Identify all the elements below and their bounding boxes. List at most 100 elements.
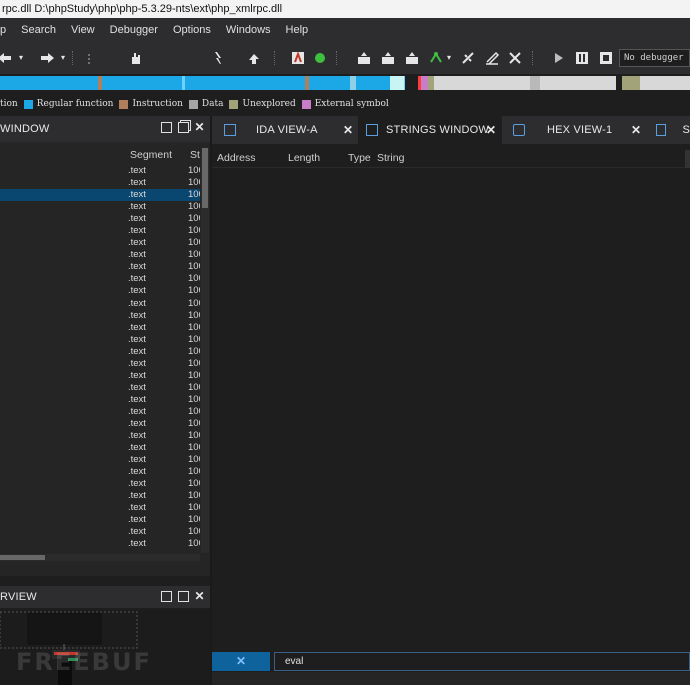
menu-item-search[interactable]: Search (21, 24, 56, 36)
segment-cell: .text (128, 538, 146, 550)
table-row[interactable]: .text 100 (0, 249, 200, 261)
float-window-icon[interactable] (161, 591, 172, 602)
jump-icon[interactable] (210, 50, 226, 66)
hand-icon[interactable] (128, 50, 144, 66)
column-header-type[interactable]: Type (348, 152, 371, 164)
table-row[interactable]: .text 100 (0, 538, 200, 550)
table-row[interactable]: .text 100 (0, 334, 200, 346)
patch-icon[interactable] (404, 50, 420, 66)
tab-strings-window[interactable]: STRINGS WINDOW ✕ (358, 116, 502, 144)
table-row[interactable]: .text 100 (0, 165, 200, 177)
functions-horizontal-scrollbar[interactable] (0, 554, 200, 561)
table-row[interactable]: .text 100 (0, 478, 200, 490)
float-window-icon[interactable] (161, 122, 172, 133)
table-row[interactable]: .text 100 (0, 394, 200, 406)
stop-icon[interactable] (598, 50, 614, 66)
pause-icon[interactable] (574, 50, 590, 66)
debugger-select[interactable]: No debugger (619, 49, 690, 67)
table-row[interactable]: .text 100 (0, 406, 200, 418)
table-row[interactable]: .text 100 (0, 502, 200, 514)
table-row[interactable]: .text 100 (0, 201, 200, 213)
table-row[interactable]: .text 100 (0, 514, 200, 526)
table-row[interactable]: .text 100 (0, 177, 200, 189)
table-row[interactable]: .text 100 (0, 430, 200, 442)
close-filter-button[interactable]: ✕ (212, 652, 270, 671)
strings-list[interactable] (212, 169, 690, 650)
graph-icon[interactable] (428, 50, 444, 66)
table-row[interactable]: .text 100 (0, 285, 200, 297)
graph-overview-canvas[interactable]: FREEBUF (0, 610, 210, 685)
close-icon[interactable]: ✕ (194, 121, 205, 133)
nav-segment-data (640, 76, 690, 90)
close-icon[interactable]: ✕ (194, 590, 205, 602)
segment-cell: .text (128, 309, 146, 321)
table-row[interactable]: .text 100 (0, 225, 200, 237)
patch-icon[interactable] (356, 50, 372, 66)
play-icon[interactable] (550, 50, 566, 66)
column-header-segment[interactable]: Segment (130, 149, 172, 161)
green-circle-icon[interactable] (312, 50, 328, 66)
strings-window: Address Length Type String (212, 144, 690, 650)
filter-input[interactable] (274, 652, 690, 671)
menu-item-debugger[interactable]: Debugger (110, 24, 158, 36)
watermark-logo: FREEBUF (16, 648, 152, 676)
text-icon[interactable] (290, 50, 306, 66)
table-row[interactable]: .text 100 (0, 442, 200, 454)
table-row[interactable]: .text 100 (0, 358, 200, 370)
table-row[interactable]: .text 100 (0, 370, 200, 382)
column-header-address[interactable]: Address (217, 152, 256, 164)
close-tab-icon[interactable]: ✕ (343, 123, 353, 137)
table-row[interactable]: .text 100 (0, 273, 200, 285)
pointer-icon[interactable] (246, 50, 262, 66)
table-row[interactable]: .text 100 (0, 382, 200, 394)
table-row[interactable]: .text 100 (0, 526, 200, 538)
scrollbar-thumb[interactable] (202, 148, 208, 208)
close-tab-icon[interactable]: ✕ (631, 123, 641, 137)
table-row[interactable]: .text 100 (0, 237, 200, 249)
close-tab-icon[interactable]: ✕ (486, 123, 496, 137)
start-cell: 100 (188, 201, 200, 213)
navigation-band[interactable] (0, 74, 690, 91)
table-row[interactable]: .text 100 (0, 213, 200, 225)
menu-item-options[interactable]: Options (173, 24, 211, 36)
segment-cell: .text (128, 297, 146, 309)
table-row[interactable]: .text 100 (0, 466, 200, 478)
table-row[interactable]: .text 100 (0, 189, 200, 202)
forward-arrow-icon[interactable] (40, 50, 56, 66)
table-row[interactable]: .text 100 (0, 298, 200, 310)
column-header-string[interactable]: String (377, 152, 404, 164)
start-cell: 100 (188, 442, 200, 454)
table-row[interactable]: .text 100 (0, 322, 200, 334)
back-arrow-icon[interactable] (0, 50, 12, 66)
start-cell: 100 (188, 381, 200, 393)
patch-icon[interactable] (380, 50, 396, 66)
table-row[interactable]: .text 100 (0, 418, 200, 430)
forward-dropdown-icon[interactable]: ▾ (58, 50, 68, 66)
table-row[interactable]: .text 100 (0, 454, 200, 466)
scrollbar-thumb[interactable] (0, 555, 45, 560)
tab-hex-view-1[interactable]: HEX VIEW-1 ✕ (504, 116, 644, 144)
menu-item-windows[interactable]: Windows (226, 24, 271, 36)
tab-structures[interactable]: S (648, 116, 690, 144)
segment-cell: .text (128, 237, 146, 249)
table-row[interactable]: .text 100 (0, 261, 200, 273)
step-icon[interactable] (460, 50, 476, 66)
column-header-length[interactable]: Length (288, 152, 320, 164)
menu-item-view[interactable]: View (71, 24, 95, 36)
restore-window-icon[interactable] (178, 591, 189, 602)
restore-window-icon[interactable] (178, 122, 189, 133)
cross-icon[interactable] (507, 50, 523, 66)
functions-vertical-scrollbar[interactable] (201, 148, 209, 553)
functions-pane-title: WINDOW (0, 123, 50, 135)
edit-icon[interactable] (484, 50, 500, 66)
graph-dropdown-icon[interactable]: ▾ (444, 50, 454, 66)
toolbar-separator (532, 51, 535, 65)
back-dropdown-icon[interactable]: ▾ (16, 50, 26, 66)
column-header-start[interactable]: St (190, 149, 200, 161)
menu-item-partial[interactable]: p (0, 24, 6, 36)
menu-item-help[interactable]: Help (286, 24, 309, 36)
table-row[interactable]: .text 100 (0, 490, 200, 502)
table-row[interactable]: .text 100 (0, 346, 200, 358)
tab-ida-view-a[interactable]: IDA VIEW-A ✕ (212, 116, 354, 144)
table-row[interactable]: .text 100 (0, 310, 200, 322)
